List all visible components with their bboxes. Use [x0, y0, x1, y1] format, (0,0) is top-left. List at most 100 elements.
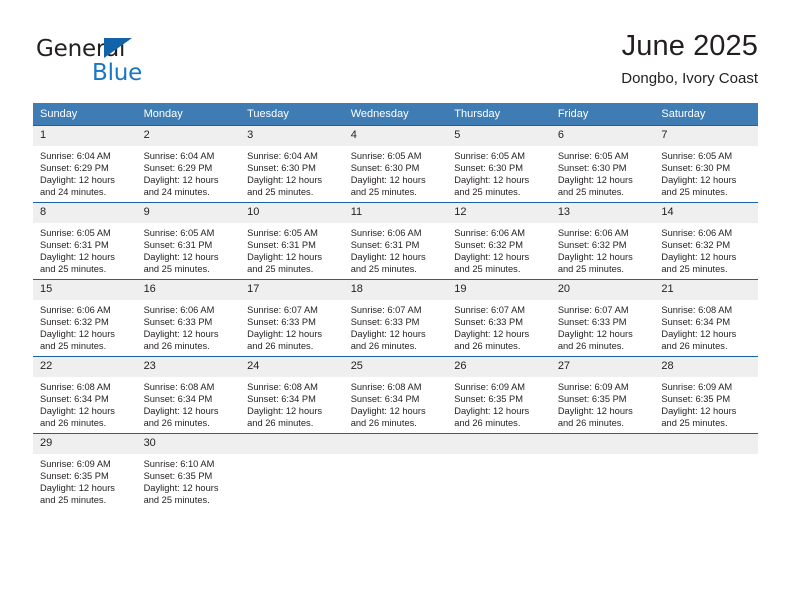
sunrise-text: Sunrise: 6:05 AM	[557, 151, 629, 161]
day-number: 14	[654, 203, 758, 223]
sunrise-text: Sunrise: 6:08 AM	[143, 382, 215, 392]
sunrise-text: Sunrise: 6:06 AM	[350, 228, 422, 238]
calendar-day-cell[interactable]: 4 Sunrise: 6:05 AM Sunset: 6:30 PM Daylight…	[343, 125, 448, 203]
daylight-text-line1: Daylight: 12 hours	[247, 329, 323, 340]
calendar-day-cell[interactable]: 10 Sunrise: 6:05 AM Sunset: 6:31 PM Dayligh…	[240, 202, 344, 280]
daylight-text-line2: and 25 minutes.	[40, 264, 107, 275]
daylight-text-line1: Daylight: 12 hours	[143, 483, 219, 494]
calendar-day-cell[interactable]: 17 Sunrise: 6:07 AM Sunset: 6:33 PM Dayligh…	[240, 279, 344, 357]
weekday-header-monday: Monday	[136, 103, 241, 126]
calendar-day-cell[interactable]: 12 Sunrise: 6:06 AM Sunset: 6:32 PM Dayligh…	[447, 202, 551, 280]
calendar-week-row: 1 Sunrise: 6:04 AM Sunset: 6:29 PM Daylight…	[33, 125, 758, 203]
daylight-text-line2: and 26 minutes.	[454, 341, 521, 352]
sunset-text: Sunset: 6:32 PM	[557, 240, 627, 251]
calendar-day-cell[interactable]: 15 Sunrise: 6:06 AM Sunset: 6:32 PM Dayligh…	[33, 279, 137, 357]
sunrise-text: Sunrise: 6:04 AM	[143, 151, 215, 161]
daylight-text-line1: Daylight: 12 hours	[40, 252, 115, 263]
sunset-text: Sunset: 6:34 PM	[143, 394, 213, 405]
day-details: Sunrise: 6:08 AM Sunset: 6:34 PM Daylight:…	[654, 300, 758, 352]
calendar-day-cell[interactable]: 19 Sunrise: 6:07 AM Sunset: 6:33 PM Dayligh…	[447, 279, 551, 357]
sunrise-text: Sunrise: 6:09 AM	[454, 382, 526, 392]
sunrise-text: Sunrise: 6:06 AM	[40, 305, 111, 315]
calendar-day-cell[interactable]: 13 Sunrise: 6:06 AM Sunset: 6:32 PM Dayligh…	[550, 202, 655, 280]
daylight-text-line1: Daylight: 12 hours	[454, 175, 530, 186]
sunset-text: Sunset: 6:30 PM	[557, 163, 627, 174]
calendar-day-cell[interactable]: 30 Sunrise: 6:10 AM Sunset: 6:35 PM Dayligh…	[136, 433, 241, 510]
sunrise-text: Sunrise: 6:08 AM	[661, 305, 733, 315]
daylight-text-line2: and 25 minutes.	[557, 264, 624, 275]
daylight-text-line1: Daylight: 12 hours	[40, 329, 115, 340]
day-details: Sunrise: 6:08 AM Sunset: 6:34 PM Daylight:…	[137, 377, 241, 429]
calendar-day-cell[interactable]: 22 Sunrise: 6:08 AM Sunset: 6:34 PM Dayligh…	[33, 356, 137, 434]
daylight-text-line1: Daylight: 12 hours	[143, 329, 219, 340]
day-details: Sunrise: 6:06 AM Sunset: 6:33 PM Daylight:…	[137, 300, 241, 352]
calendar-day-cell[interactable]: 29 Sunrise: 6:09 AM Sunset: 6:35 PM Dayligh…	[33, 433, 137, 510]
day-number: 18	[343, 280, 448, 300]
daylight-text-line2: and 26 minutes.	[143, 418, 210, 429]
sunrise-text: Sunrise: 6:09 AM	[40, 459, 111, 469]
calendar-day-cell[interactable]: 1 Sunrise: 6:04 AM Sunset: 6:29 PM Daylight…	[33, 125, 137, 203]
day-number: 13	[550, 203, 655, 223]
sunrise-text: Sunrise: 6:09 AM	[557, 382, 629, 392]
day-number: 24	[240, 357, 344, 377]
day-number	[343, 434, 448, 454]
calendar-day-cell[interactable]: 20 Sunrise: 6:07 AM Sunset: 6:33 PM Dayligh…	[550, 279, 655, 357]
calendar-day-cell[interactable]: 27 Sunrise: 6:09 AM Sunset: 6:35 PM Dayligh…	[550, 356, 655, 434]
sunset-text: Sunset: 6:35 PM	[454, 394, 523, 405]
daylight-text-line2: and 25 minutes.	[454, 187, 521, 198]
calendar-week-row: 15 Sunrise: 6:06 AM Sunset: 6:32 PM Dayligh…	[33, 279, 758, 357]
day-details: Sunrise: 6:06 AM Sunset: 6:32 PM Daylight:…	[551, 223, 655, 275]
calendar-day-cell[interactable]: 16 Sunrise: 6:06 AM Sunset: 6:33 PM Dayligh…	[136, 279, 241, 357]
day-details: Sunrise: 6:05 AM Sunset: 6:31 PM Daylight:…	[33, 223, 137, 275]
daylight-text-line2: and 25 minutes.	[350, 264, 417, 275]
sunset-text: Sunset: 6:33 PM	[143, 317, 213, 328]
calendar-day-cell[interactable]: 14 Sunrise: 6:06 AM Sunset: 6:32 PM Dayligh…	[654, 202, 758, 280]
calendar-day-cell[interactable]: 23 Sunrise: 6:08 AM Sunset: 6:34 PM Dayligh…	[136, 356, 241, 434]
daylight-text-line2: and 25 minutes.	[557, 187, 624, 198]
calendar-day-cell[interactable]: 3 Sunrise: 6:04 AM Sunset: 6:30 PM Daylight…	[240, 125, 344, 203]
daylight-text-line2: and 26 minutes.	[247, 341, 314, 352]
sunset-text: Sunset: 6:35 PM	[143, 471, 213, 482]
day-details: Sunrise: 6:05 AM Sunset: 6:31 PM Daylight:…	[137, 223, 241, 275]
calendar-day-cell[interactable]: 24 Sunrise: 6:08 AM Sunset: 6:34 PM Dayligh…	[240, 356, 344, 434]
day-number: 21	[654, 280, 758, 300]
sunset-text: Sunset: 6:35 PM	[40, 471, 109, 482]
day-number: 2	[136, 126, 241, 146]
sunset-text: Sunset: 6:30 PM	[350, 163, 420, 174]
general-blue-logo[interactable]: General Blue	[36, 36, 236, 92]
calendar-day-cell[interactable]: 7 Sunrise: 6:05 AM Sunset: 6:30 PM Daylight…	[654, 125, 758, 203]
daylight-text-line2: and 26 minutes.	[557, 418, 624, 429]
day-details: Sunrise: 6:05 AM Sunset: 6:31 PM Daylight:…	[240, 223, 344, 275]
day-number: 5	[447, 126, 551, 146]
sunset-text: Sunset: 6:33 PM	[350, 317, 420, 328]
calendar-table: Sunday Monday Tuesday Wednesday Thursday…	[33, 103, 758, 510]
calendar-day-cell[interactable]: 21 Sunrise: 6:08 AM Sunset: 6:34 PM Dayligh…	[654, 279, 758, 357]
day-details: Sunrise: 6:08 AM Sunset: 6:34 PM Daylight:…	[33, 377, 137, 429]
calendar-day-cell[interactable]: 28 Sunrise: 6:09 AM Sunset: 6:35 PM Dayligh…	[654, 356, 758, 434]
calendar-day-cell[interactable]: 5 Sunrise: 6:05 AM Sunset: 6:30 PM Daylight…	[447, 125, 551, 203]
calendar-day-cell[interactable]: 11 Sunrise: 6:06 AM Sunset: 6:31 PM Dayligh…	[343, 202, 448, 280]
day-number	[550, 434, 655, 454]
daylight-text-line1: Daylight: 12 hours	[557, 175, 633, 186]
sunrise-text: Sunrise: 6:07 AM	[454, 305, 526, 315]
daylight-text-line2: and 25 minutes.	[350, 187, 417, 198]
calendar-day-cell[interactable]: 8 Sunrise: 6:05 AM Sunset: 6:31 PM Daylight…	[33, 202, 137, 280]
calendar-day-cell[interactable]: 25 Sunrise: 6:08 AM Sunset: 6:34 PM Dayligh…	[343, 356, 448, 434]
weekday-header-friday: Friday	[550, 103, 655, 126]
weekday-header-saturday: Saturday	[654, 103, 758, 126]
day-number: 11	[343, 203, 448, 223]
calendar-day-cell[interactable]: 6 Sunrise: 6:05 AM Sunset: 6:30 PM Daylight…	[550, 125, 655, 203]
sunset-text: Sunset: 6:29 PM	[143, 163, 213, 174]
day-number: 1	[33, 126, 137, 146]
calendar-day-cell[interactable]: 9 Sunrise: 6:05 AM Sunset: 6:31 PM Daylight…	[136, 202, 241, 280]
weekday-header-tuesday: Tuesday	[240, 103, 344, 126]
day-details: Sunrise: 6:09 AM Sunset: 6:35 PM Daylight:…	[654, 377, 758, 429]
calendar-empty-cell	[550, 433, 655, 510]
day-number: 23	[136, 357, 241, 377]
calendar-day-cell[interactable]: 2 Sunrise: 6:04 AM Sunset: 6:29 PM Daylight…	[136, 125, 241, 203]
sunrise-text: Sunrise: 6:05 AM	[40, 228, 111, 238]
calendar-day-cell[interactable]: 18 Sunrise: 6:07 AM Sunset: 6:33 PM Dayligh…	[343, 279, 448, 357]
sunset-text: Sunset: 6:30 PM	[661, 163, 731, 174]
calendar-day-cell[interactable]: 26 Sunrise: 6:09 AM Sunset: 6:35 PM Dayligh…	[447, 356, 551, 434]
daylight-text-line2: and 25 minutes.	[247, 187, 314, 198]
